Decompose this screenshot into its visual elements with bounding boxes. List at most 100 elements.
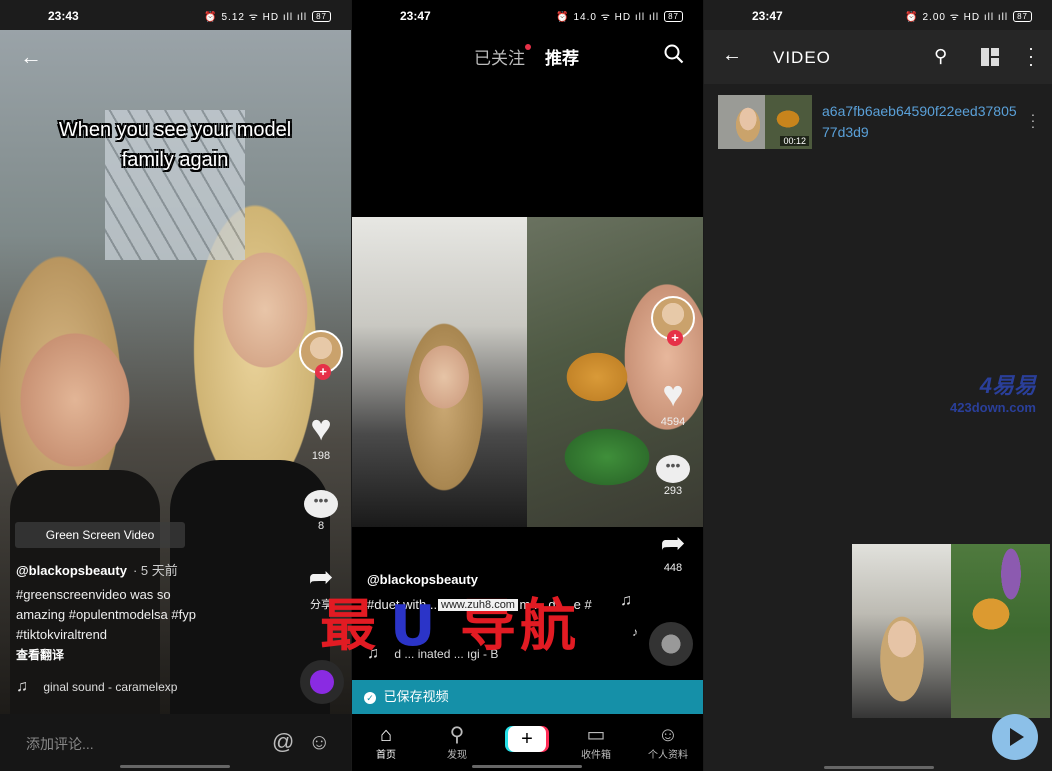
like-button[interactable]: ♥ 4594 [648,374,698,429]
nav-profile-label[interactable]: 个人资料 [648,750,688,761]
post-time: · 5 天前 [132,563,178,578]
share-button[interactable]: ➦ 448 [648,528,698,575]
comment-button[interactable]: ••• 8 [296,490,346,532]
video-file-name[interactable]: a6a7fb6aeb64590f22eed3780577d3d9 [822,101,1022,143]
nav-inbox-label[interactable]: 收件箱 [581,750,611,761]
more-vert-icon[interactable]: · · · [1027,39,1035,73]
see-translation-link[interactable]: 查看翻译 [16,646,64,663]
create-button[interactable]: + [508,726,546,752]
comment-count: 8 [317,520,325,532]
comment-button[interactable]: ••• 293 [648,455,698,497]
page-title: VIDEO [773,48,831,67]
comment-input[interactable]: 添加评论... [26,734,94,754]
site-watermark: 4易易 423down.com [950,368,1036,415]
music-disc[interactable] [649,622,693,666]
comment-bar: 添加评论... @ ☺ [0,714,351,771]
video-duration: 00:12 [780,136,809,146]
share-arrow-icon[interactable]: ➦ [296,562,346,594]
nav-inbox[interactable]: ▭ 收件箱 [566,724,626,761]
play-icon[interactable] [1010,728,1024,746]
watermark-url: www.zuh8.com [438,599,518,611]
status-icons: ⏰ 5.12 ᯤ HD ıll ıll 87 [204,9,331,23]
like-count: 198 [311,450,331,462]
floating-note-icon: ♫ [620,592,632,609]
like-count: 4594 [660,416,686,428]
author-username[interactable]: @blackopsbeauty [367,572,478,587]
back-arrow-icon[interactable]: ← [722,44,742,67]
tiktok-video-panel-left: 23:43 ⏰ 5.12 ᯤ HD ıll ıll 87 ← When you … [0,0,351,771]
status-icons: ⏰ 2.00 ᯤ HD ıll ıll 87 [905,9,1032,23]
notification-dot [525,44,531,50]
username-text[interactable]: @blackopsbeauty [16,563,127,578]
heart-icon[interactable]: ♥ [296,408,346,448]
overlay-watermark: 最 U 导 航 www.zuh8.com [320,595,590,665]
layout-grid-icon[interactable] [980,47,1000,67]
tab-following[interactable]: 已关注 [474,44,531,69]
duet-video-left[interactable] [352,217,527,527]
like-button[interactable]: ♥ 198 [296,408,346,463]
search-icon[interactable]: ⚲ [427,724,487,746]
music-title: ginal sound - caramelexp [43,680,178,694]
status-indicators: ⏰ 14.0 ᯤ HD ıll ıll [556,12,660,23]
watermark-char-4: 航 [520,594,576,659]
status-icons: ⏰ 14.0 ᯤ HD ıll ıll 87 [556,9,683,23]
status-time: 23:47 [752,9,783,23]
watermark-url: 423down.com [950,400,1036,415]
music-note-icon: ♫ [16,678,28,695]
saved-toast: ✓ 已保存视频 [352,680,703,714]
app-bar: ← VIDEO ⚲ · · · [704,30,1052,84]
status-bar: 23:47 ⏰ 2.00 ᯤ HD ıll ıll 87 [704,0,1052,30]
nav-home[interactable]: ⌂ 首页 [356,724,416,761]
avatar[interactable]: + [299,330,343,380]
home-indicator [472,765,582,768]
video-folder-panel-right: 23:47 ⏰ 2.00 ᯤ HD ıll ıll 87 ← VIDEO ⚲ ·… [704,0,1052,771]
pip-video-left [852,544,951,718]
share-count: 448 [663,562,683,574]
video-description: #greenscreenvideo was so amazing #opulen… [16,587,196,642]
pip-video-player[interactable] [852,544,1050,718]
avatar[interactable]: + [651,296,695,346]
heart-icon[interactable]: ♥ [648,374,698,414]
comment-count: 293 [663,485,683,497]
share-arrow-icon[interactable]: ➦ [648,528,698,560]
mention-icon[interactable]: @ [272,729,294,755]
floating-note-small-icon: ♪ [632,625,638,639]
author-avatar-button[interactable]: + [648,296,698,346]
author-avatar-button[interactable]: + [296,330,346,380]
battery-icon: 87 [664,10,683,22]
battery-icon: 87 [312,10,331,22]
music-info[interactable]: ♫ ginal sound - caramelexp [16,678,177,696]
music-disc[interactable] [300,660,344,704]
play-button[interactable] [992,714,1038,760]
author-username[interactable]: @blackopsbeauty · 5 天前 [16,560,178,579]
tab-recommended[interactable]: 推荐 [545,44,579,69]
effect-chip[interactable]: Green Screen Video [15,522,185,548]
nav-discover[interactable]: ⚲ 发现 [427,724,487,761]
tab-following-label[interactable]: 已关注 [474,49,525,68]
status-bar: 23:43 ⏰ 5.12 ᯤ HD ıll ıll 87 [0,0,351,30]
search-icon[interactable]: ⚲ [934,46,947,67]
video-caption-text: When you see your model family again [58,119,292,171]
home-icon[interactable]: ⌂ [356,724,416,746]
status-bar: 23:47 ⏰ 14.0 ᯤ HD ıll ıll 87 [352,0,703,30]
inbox-icon[interactable]: ▭ [566,724,626,746]
nav-profile[interactable]: ☺ 个人资料 [638,724,698,761]
profile-icon[interactable]: ☺ [638,724,698,746]
saved-toast-text: 已保存视频 [383,689,449,704]
nav-discover-label[interactable]: 发现 [447,750,467,761]
follow-plus-icon[interactable]: + [667,330,683,346]
back-arrow-icon[interactable]: ← [20,44,42,70]
comment-bubble-icon[interactable]: ••• [656,455,690,483]
follow-plus-icon[interactable]: + [315,364,331,380]
emoji-icon[interactable]: ☺ [308,729,330,755]
video-thumbnail[interactable]: 00:12 [718,95,812,149]
watermark-char-2: U [390,594,436,659]
watermark-char-1: 最 [320,594,376,659]
status-time: 23:43 [48,9,79,23]
nav-home-label[interactable]: 首页 [376,750,396,761]
search-icon[interactable] [664,44,684,64]
comment-bubble-icon[interactable]: ••• [304,490,338,518]
item-more-icon[interactable]: · · · [1030,107,1036,133]
home-indicator [824,766,934,769]
video-file-item[interactable]: 00:12 a6a7fb6aeb64590f22eed3780577d3d9 ·… [718,95,1038,151]
